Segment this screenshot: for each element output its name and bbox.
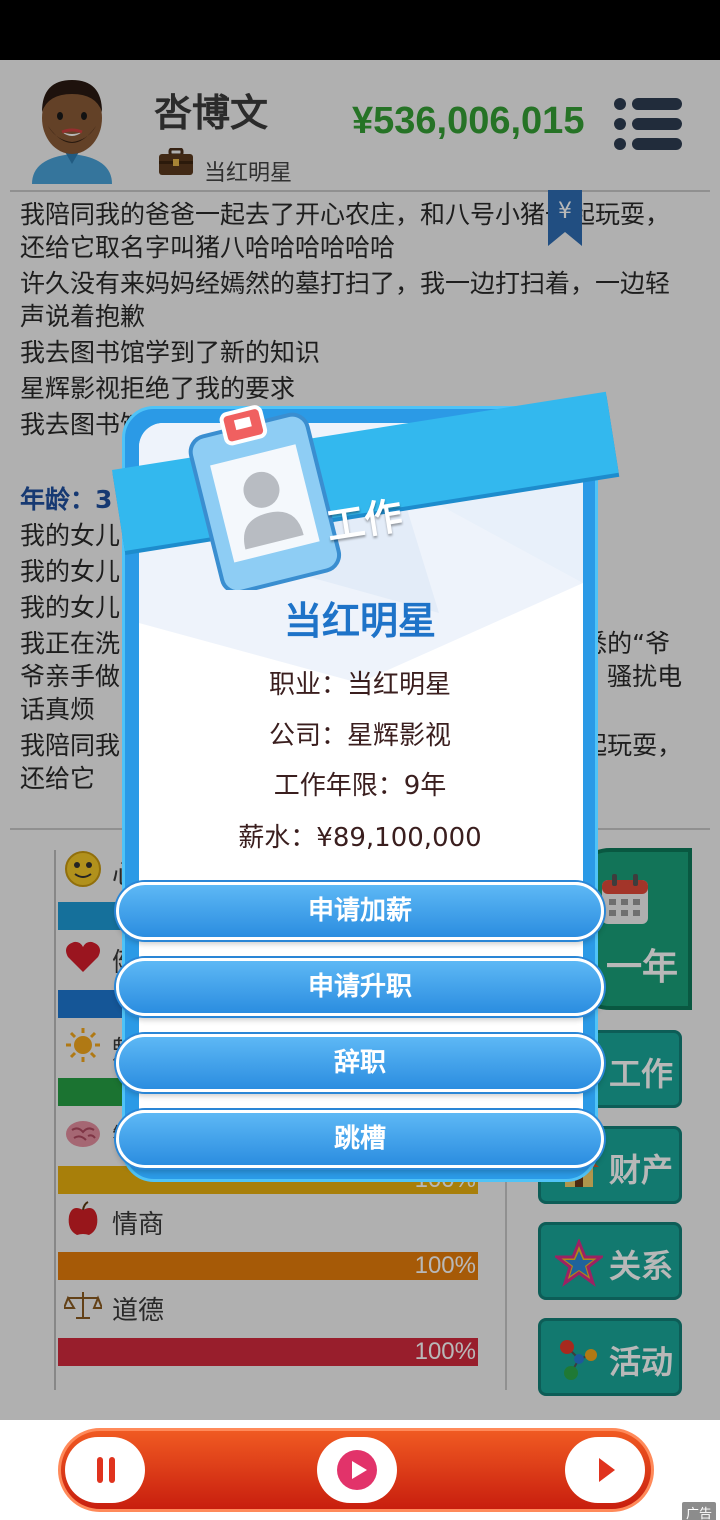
resign-button[interactable]: 辞职 — [116, 1034, 604, 1092]
salary-line: 薪水：¥89,100,000 — [238, 823, 482, 853]
play-button[interactable] — [565, 1437, 645, 1503]
promotion-button[interactable]: 申请升职 — [116, 958, 604, 1016]
years-line: 工作年限：9年 — [273, 771, 447, 801]
id-card-icon — [188, 405, 342, 590]
playback-bar — [58, 1428, 654, 1512]
company-line: 公司：星辉影视 — [268, 721, 451, 751]
raise-button[interactable]: 申请加薪 — [116, 882, 604, 940]
ad-label: 广告 — [681, 1502, 716, 1520]
dialog-title: 当红明星 — [283, 599, 436, 643]
job-hop-button[interactable]: 跳槽 — [116, 1110, 604, 1168]
dialog-ribbon-title: 工作 — [323, 493, 406, 549]
occupation-line: 职业：当红明星 — [268, 670, 451, 700]
play-icon — [599, 1458, 615, 1482]
pause-button[interactable] — [65, 1437, 145, 1503]
video-play-icon — [337, 1450, 377, 1490]
video-button[interactable] — [317, 1437, 397, 1503]
status-bar — [0, 0, 720, 60]
game-screen: 呇博文 当红明星 ¥536,006,015 我陪同我的爸爸一起去了开心农庄，和八… — [0, 60, 720, 1420]
pause-icon — [97, 1457, 115, 1483]
bottom-control-bar: 广告 — [0, 1420, 720, 1520]
